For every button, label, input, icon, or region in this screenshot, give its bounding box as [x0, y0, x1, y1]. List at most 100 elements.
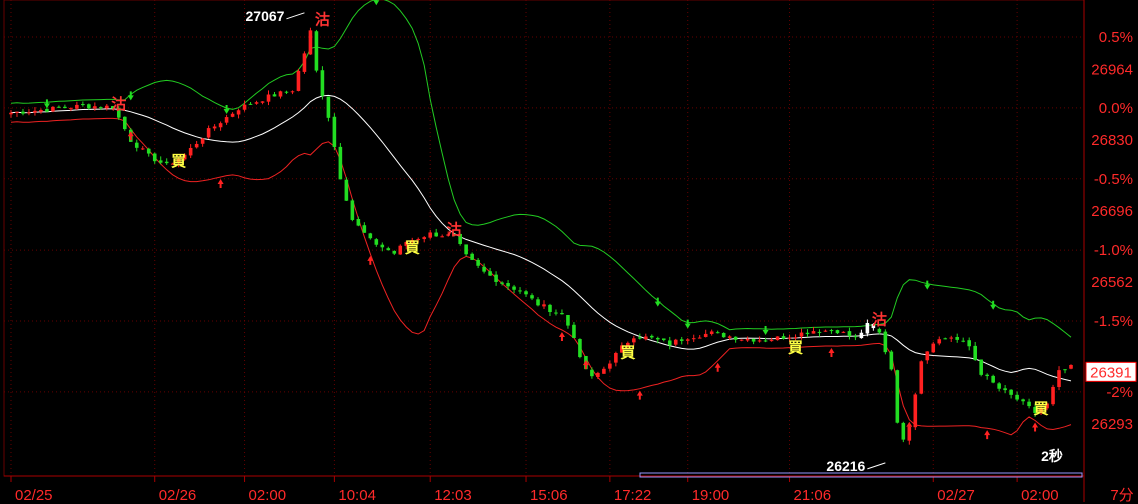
- candle-body: [422, 237, 427, 240]
- candle-body: [266, 94, 271, 102]
- buy-signal-label: 買: [1034, 399, 1049, 417]
- candle-body: [236, 110, 241, 115]
- candlestick-chart: 買買買買買沽沽沽沽 27067 26216 2秒 0.5% 0.0% -0.5% -1.0…: [0, 0, 1138, 504]
- candle-body: [152, 153, 157, 162]
- current-price-label: 26391: [1090, 364, 1132, 381]
- candle-body: [859, 332, 864, 339]
- candle-body: [566, 315, 570, 326]
- buy-arrow: [367, 255, 374, 265]
- candle-body: [763, 340, 768, 342]
- sell-arrow: [43, 99, 50, 109]
- candle-body: [536, 299, 540, 306]
- candle-body: [254, 102, 259, 104]
- candle-body: [667, 340, 672, 346]
- candle-body: [847, 331, 852, 337]
- x-tick-label: 17:22: [614, 487, 652, 504]
- candle-body: [883, 331, 888, 353]
- candle-body: [290, 91, 295, 93]
- candle-body: [572, 324, 576, 339]
- candle-body: [733, 336, 738, 340]
- candle-body: [1015, 394, 1019, 400]
- candle-body: [27, 112, 31, 114]
- candle-body: [1027, 401, 1031, 407]
- buy-arrow: [1032, 422, 1039, 432]
- buy-arrow: [636, 390, 643, 400]
- buy-signal-label: 買: [405, 239, 420, 257]
- countdown-timer: 2秒: [1041, 448, 1063, 464]
- buy-arrow: [984, 430, 991, 440]
- candle-body: [200, 138, 205, 144]
- candle-body: [482, 266, 486, 272]
- candle-body: [314, 31, 319, 71]
- candle-body: [661, 338, 666, 341]
- candle-body: [895, 370, 900, 423]
- annotations: 27067 26216 2秒: [246, 8, 1063, 474]
- y-tick-percent: -0.5%: [1094, 171, 1133, 188]
- candle-body: [649, 335, 654, 338]
- candle-body: [332, 116, 337, 148]
- sell-arrow: [924, 280, 931, 290]
- buy-signal-label: 買: [171, 152, 186, 170]
- candle-body: [224, 117, 229, 123]
- candle-body: [9, 112, 13, 115]
- y-tick-price: 26696: [1091, 203, 1133, 220]
- extreme-price-label: 26216: [826, 458, 865, 474]
- candle-body: [961, 340, 966, 342]
- candle-body: [931, 343, 936, 353]
- candle-body: [518, 290, 522, 292]
- candle-body: [122, 116, 127, 130]
- sell-signal-label: 沽: [447, 221, 462, 239]
- y-tick-percent: -1.0%: [1094, 242, 1133, 259]
- candle-body: [75, 104, 79, 109]
- candles: [9, 27, 1073, 445]
- candle-body: [206, 128, 211, 138]
- candle-body: [919, 361, 924, 394]
- extreme-price-label: 27067: [246, 8, 285, 24]
- candle-body: [500, 282, 504, 284]
- candle-body: [596, 372, 600, 377]
- candle-body: [1069, 364, 1073, 369]
- buy-signal-label: 買: [788, 339, 803, 357]
- candle-body: [715, 332, 720, 334]
- y-tick-percent: -1.5%: [1094, 313, 1133, 330]
- x-tick-label: 02/27: [937, 487, 975, 504]
- sell-signal-label: 沽: [872, 310, 887, 328]
- candle-body: [69, 108, 73, 110]
- candle-body: [817, 331, 822, 333]
- candle-body: [87, 104, 91, 109]
- lower-band-line: [10, 117, 1072, 436]
- candle-body: [326, 96, 331, 118]
- candle-body: [380, 244, 385, 248]
- candle-body: [218, 123, 223, 128]
- candle-body: [697, 337, 702, 339]
- candle-body: [757, 340, 762, 342]
- candle-body: [937, 339, 942, 344]
- candle-body: [769, 340, 774, 342]
- buy-arrow: [906, 421, 913, 431]
- candle-body: [865, 322, 870, 334]
- candle-body: [362, 225, 367, 233]
- candle-body: [739, 339, 744, 341]
- candle-body: [542, 304, 546, 307]
- chart-canvas: 買買買 買買沽沽沽沽 27067262162秒 0.5%0.0%-0.5%-1.0…: [3, 0, 1137, 504]
- candle-body: [140, 148, 145, 150]
- candle-body: [134, 142, 139, 148]
- candle-body: [260, 101, 265, 103]
- candle-body: [57, 106, 61, 108]
- x-tick-label: 02:00: [249, 487, 287, 504]
- x-tick-label: 02/26: [159, 487, 197, 504]
- candle-body: [194, 143, 199, 148]
- candle-body: [991, 375, 995, 383]
- candle-body: [703, 333, 708, 337]
- candle-body: [1063, 369, 1067, 371]
- candle-body: [673, 339, 678, 345]
- candle-body: [242, 104, 247, 110]
- candle-body: [608, 363, 612, 369]
- candle-body: [548, 304, 552, 313]
- x-tick-label: 02/25: [15, 487, 53, 504]
- candle-body: [302, 53, 307, 72]
- candle-body: [344, 179, 349, 201]
- candle-body: [476, 259, 480, 266]
- sell-signal-label: 沽: [111, 95, 126, 113]
- buy-arrow: [714, 362, 721, 372]
